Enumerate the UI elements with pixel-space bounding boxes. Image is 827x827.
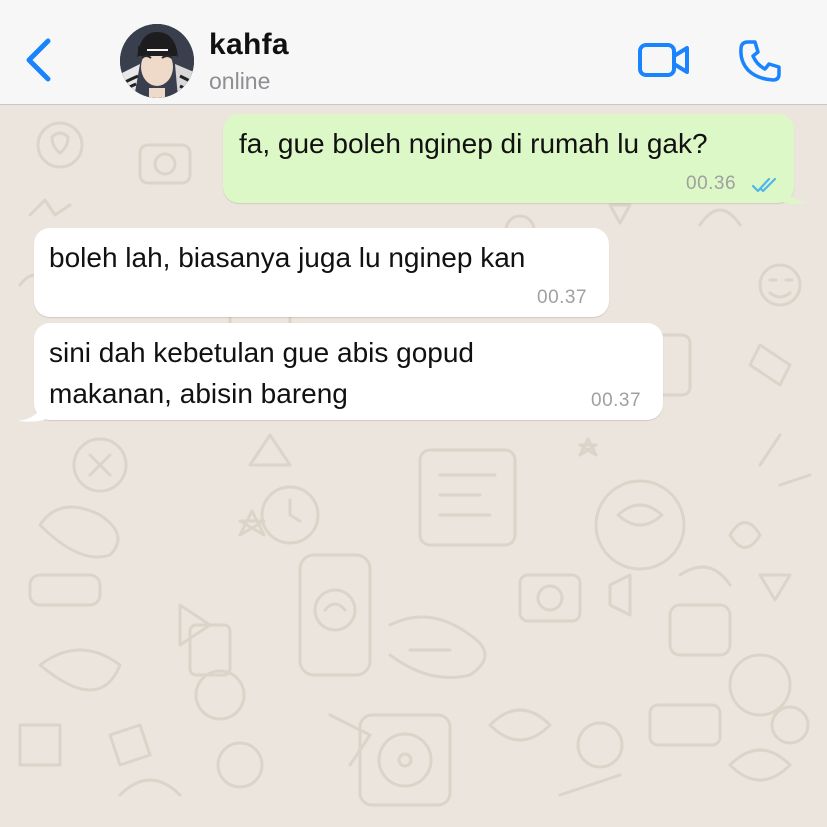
- read-ticks-icon: [751, 177, 777, 193]
- message-time: 00.36: [686, 173, 737, 194]
- contact-name[interactable]: kahfa: [209, 28, 289, 62]
- avatar[interactable]: [120, 24, 194, 98]
- incoming-bubble-tail: [18, 399, 46, 422]
- contact-status: online: [209, 68, 271, 94]
- phone-icon: [739, 40, 781, 82]
- chevron-left-icon: [26, 38, 51, 82]
- back-button[interactable]: [18, 36, 58, 86]
- message-time: 00.37: [537, 287, 588, 308]
- video-call-button[interactable]: [637, 40, 691, 80]
- chat-header: kahfa online: [0, 0, 827, 105]
- message-text: fa, gue boleh nginep di rumah lu gak?: [239, 128, 708, 159]
- video-camera-icon: [638, 43, 689, 77]
- chat-wallpaper-doodles: [18, 121, 812, 807]
- incoming-message-bubble[interactable]: sini dah kebetulan gue abis gopud makana…: [34, 323, 663, 420]
- chat-area[interactable]: fa, gue boleh nginep di rumah lu gak? 00…: [0, 105, 827, 827]
- voice-call-button[interactable]: [737, 38, 783, 84]
- outgoing-message-bubble[interactable]: fa, gue boleh nginep di rumah lu gak? 00…: [223, 114, 794, 203]
- avatar-photo: [120, 24, 194, 98]
- message-time: 00.37: [591, 390, 642, 411]
- message-text: sini dah kebetulan gue abis gopud makana…: [49, 337, 475, 409]
- incoming-message-bubble[interactable]: boleh lah, biasanya juga lu nginep kan 0…: [34, 228, 609, 317]
- outgoing-bubble-tail: [780, 181, 808, 204]
- message-text: boleh lah, biasanya juga lu nginep kan: [49, 242, 526, 273]
